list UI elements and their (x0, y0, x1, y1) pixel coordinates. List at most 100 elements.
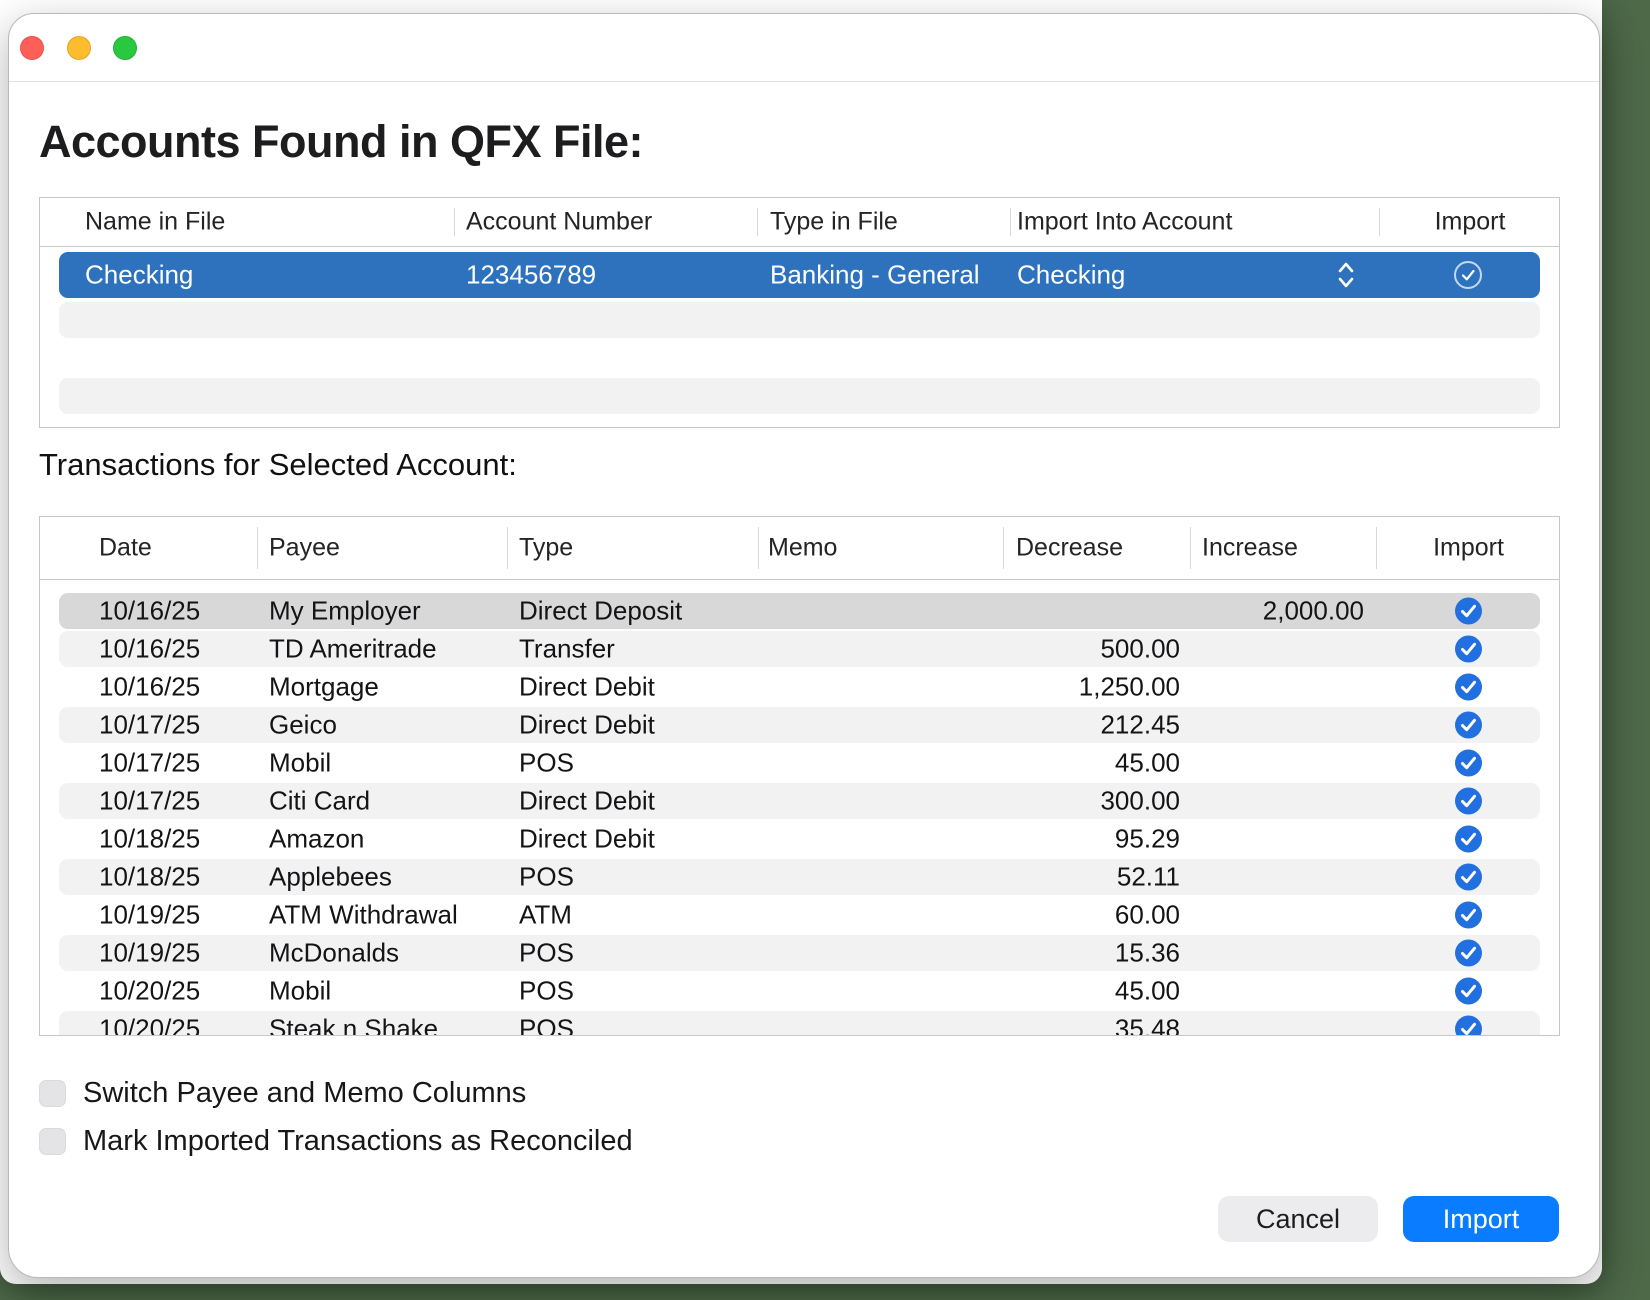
transaction-row[interactable]: 10/17/25 Citi Card Direct Debit 300.00 (40, 783, 1559, 819)
transaction-row[interactable]: 10/18/25 Amazon Direct Debit 95.29 (40, 821, 1559, 857)
col-import: Import (1379, 208, 1560, 237)
col-account-number: Account Number (466, 208, 652, 237)
transaction-row[interactable]: 10/19/25 ATM Withdrawal ATM 60.00 (40, 897, 1559, 933)
tx-date-cell: 10/16/25 (99, 634, 200, 665)
tx-import-check-icon[interactable] (1455, 750, 1482, 777)
transaction-row[interactable]: 10/17/25 Geico Direct Debit 212.45 (40, 707, 1559, 743)
column-divider (1010, 208, 1011, 236)
tx-decrease-cell: 60.00 (1115, 900, 1180, 931)
account-row[interactable]: Checking 123456789 Banking - General Che… (40, 252, 1559, 298)
tx-payee-cell: Applebees (269, 862, 392, 893)
tx-type-cell: POS (519, 938, 574, 969)
tx-date-cell: 10/20/25 (99, 976, 200, 1007)
transaction-row[interactable]: 10/20/25 Steak n Shake POS 35.48 (40, 1011, 1559, 1036)
title-bar (9, 14, 1599, 82)
tx-date-cell: 10/20/25 (99, 1014, 200, 1037)
accounts-table-rows: Checking 123456789 Banking - General Che… (40, 247, 1559, 414)
account-number-cell: 123456789 (466, 260, 596, 291)
tx-type-cell: Direct Debit (519, 672, 655, 703)
tx-date-cell: 10/17/25 (99, 748, 200, 779)
tx-payee-cell: Mobil (269, 976, 331, 1007)
tx-decrease-cell: 212.45 (1100, 710, 1180, 741)
close-window-button[interactable] (20, 36, 44, 60)
transaction-row[interactable]: 10/20/25 Mobil POS 45.00 (40, 973, 1559, 1009)
tx-date-cell: 10/17/25 (99, 710, 200, 741)
tx-import-check-icon[interactable] (1455, 826, 1482, 853)
tx-payee-cell: My Employer (269, 596, 421, 627)
import-dialog-window: Accounts Found in QFX File: Name in File… (8, 13, 1600, 1278)
column-divider (507, 527, 508, 569)
tx-increase-cell: 2,000.00 (1263, 596, 1364, 627)
tx-import-check-icon[interactable] (1455, 788, 1482, 815)
cancel-button[interactable]: Cancel (1218, 1196, 1378, 1242)
tx-payee-cell: ATM Withdrawal (269, 900, 458, 931)
tx-decrease-cell: 1,250.00 (1079, 672, 1180, 703)
transactions-table-header: Date Payee Type Memo Decrease Increase I… (40, 517, 1559, 580)
account-empty-row[interactable] (40, 340, 1559, 376)
tx-decrease-cell: 35.48 (1115, 1014, 1180, 1037)
tx-import-check-icon[interactable] (1455, 940, 1482, 967)
tx-import-check-icon[interactable] (1455, 978, 1482, 1005)
transaction-row[interactable]: 10/16/25 Mortgage Direct Debit 1,250.00 (40, 669, 1559, 705)
tx-import-check-icon[interactable] (1455, 1016, 1482, 1037)
tx-import-check-icon[interactable] (1455, 712, 1482, 739)
column-divider (1376, 527, 1377, 569)
tx-decrease-cell: 300.00 (1100, 786, 1180, 817)
accounts-table-header: Name in File Account Number Type in File… (40, 198, 1559, 247)
page-title: Accounts Found in QFX File: (39, 116, 643, 168)
chevron-up-down-icon[interactable] (1336, 259, 1356, 291)
tx-decrease-cell: 500.00 (1100, 634, 1180, 665)
transaction-row[interactable]: 10/17/25 Mobil POS 45.00 (40, 745, 1559, 781)
import-button[interactable]: Import (1403, 1196, 1559, 1242)
tx-payee-cell: Mortgage (269, 672, 379, 703)
tx-import-check-icon[interactable] (1455, 864, 1482, 891)
tx-payee-cell: Steak n Shake (269, 1014, 438, 1037)
tx-payee-cell: McDonalds (269, 938, 399, 969)
account-import-into-cell: Checking (1017, 260, 1125, 291)
tx-decrease-cell: 45.00 (1115, 976, 1180, 1007)
tx-type-cell: ATM (519, 900, 572, 931)
mark-reconciled-checkbox[interactable] (39, 1128, 66, 1155)
zoom-window-button[interactable] (113, 36, 137, 60)
account-type-cell: Banking - General (770, 260, 980, 291)
row-background (59, 340, 1540, 376)
tx-type-cell: Direct Debit (519, 710, 655, 741)
tx-decrease-cell: 15.36 (1115, 938, 1180, 969)
account-import-check-icon[interactable] (1454, 261, 1482, 289)
col-payee: Payee (269, 534, 340, 563)
col-type: Type (519, 534, 573, 563)
tx-payee-cell: Citi Card (269, 786, 370, 817)
tx-import-check-icon[interactable] (1455, 902, 1482, 929)
mark-reconciled-label: Mark Imported Transactions as Reconciled (83, 1125, 633, 1158)
tx-import-check-icon[interactable] (1455, 674, 1482, 701)
tx-type-cell: Direct Deposit (519, 596, 682, 627)
accounts-table: Name in File Account Number Type in File… (39, 197, 1560, 428)
column-divider (1003, 527, 1004, 569)
tx-import-check-icon[interactable] (1455, 636, 1482, 663)
transaction-row[interactable]: 10/19/25 McDonalds POS 15.36 (40, 935, 1559, 971)
transaction-row[interactable]: 10/18/25 Applebees POS 52.11 (40, 859, 1559, 895)
tx-type-cell: Direct Debit (519, 824, 655, 855)
transaction-row[interactable]: 10/16/25 My Employer Direct Deposit 2,00… (40, 593, 1559, 629)
tx-import-check-icon[interactable] (1455, 598, 1482, 625)
option-mark-reconciled: Mark Imported Transactions as Reconciled (39, 1125, 633, 1158)
column-divider (257, 527, 258, 569)
row-background (59, 378, 1540, 414)
minimize-window-button[interactable] (67, 36, 91, 60)
account-empty-row[interactable] (40, 378, 1559, 414)
transactions-table: Date Payee Type Memo Decrease Increase I… (39, 516, 1560, 1036)
column-divider (454, 208, 455, 236)
option-switch-payee-memo: Switch Payee and Memo Columns (39, 1077, 526, 1110)
tx-date-cell: 10/17/25 (99, 786, 200, 817)
tx-payee-cell: Amazon (269, 824, 364, 855)
col-import: Import (1376, 534, 1560, 563)
switch-payee-memo-checkbox[interactable] (39, 1080, 66, 1107)
tx-decrease-cell: 45.00 (1115, 748, 1180, 779)
transactions-table-rows: 10/16/25 My Employer Direct Deposit 2,00… (40, 580, 1559, 1036)
tx-decrease-cell: 52.11 (1117, 862, 1180, 893)
tx-date-cell: 10/16/25 (99, 596, 200, 627)
account-empty-row[interactable] (40, 302, 1559, 338)
tx-type-cell: POS (519, 976, 574, 1007)
tx-type-cell: POS (519, 1014, 574, 1037)
transaction-row[interactable]: 10/16/25 TD Ameritrade Transfer 500.00 (40, 631, 1559, 667)
